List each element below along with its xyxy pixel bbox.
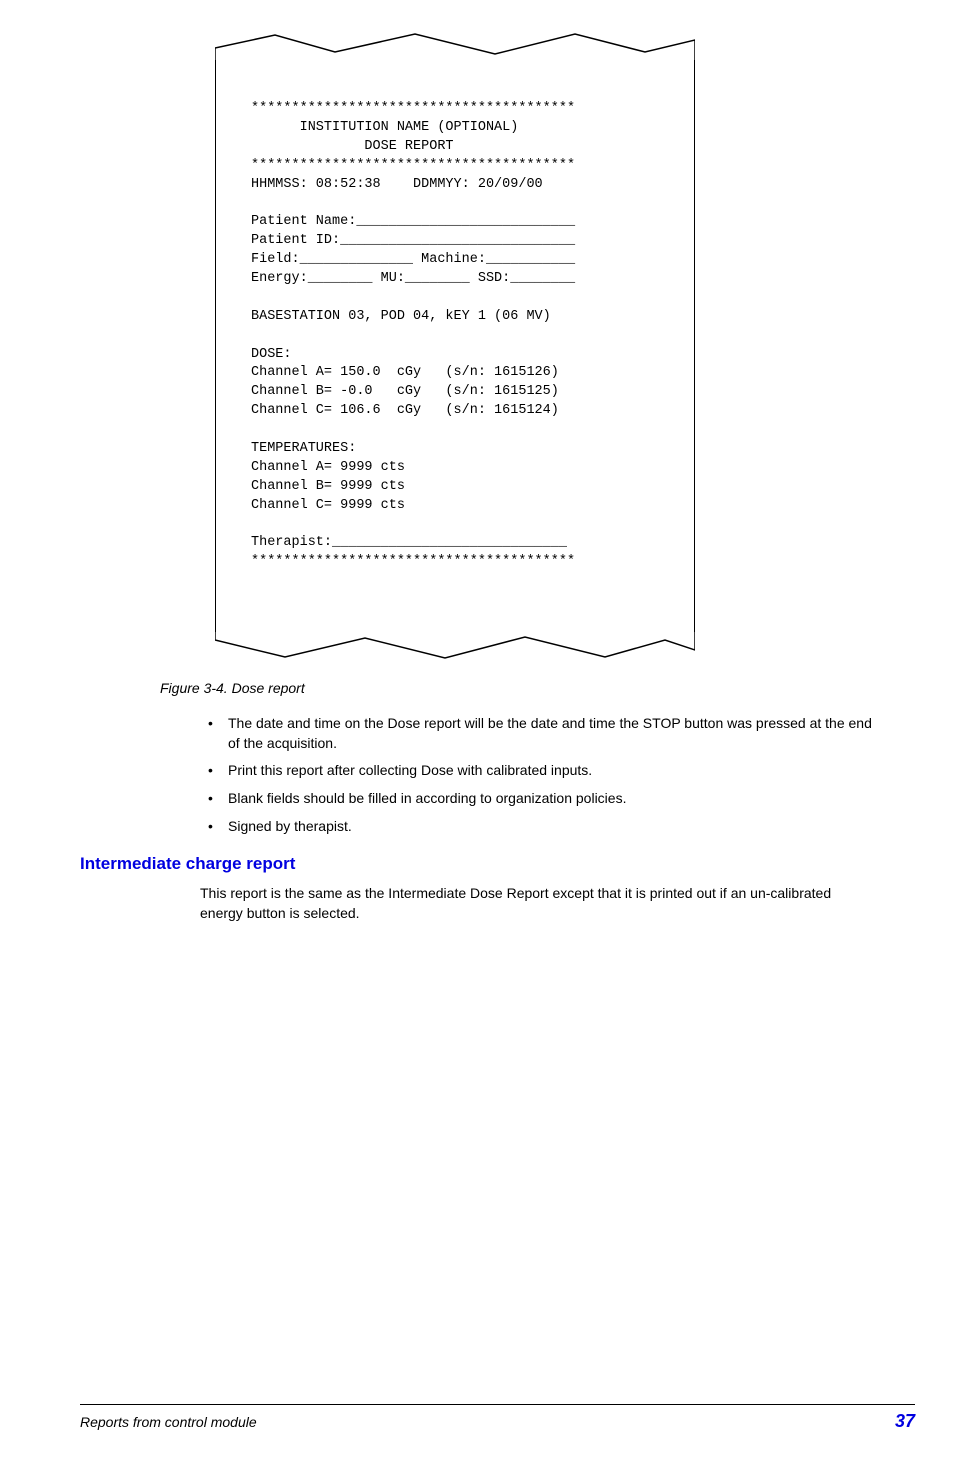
section-heading-intermediate-charge: Intermediate charge report (80, 854, 895, 874)
field-machine-line: Field:______________ Machine:___________ (251, 252, 575, 267)
separator: **************************************** (251, 158, 575, 173)
separator: **************************************** (251, 554, 575, 569)
list-item: The date and time on the Dose report wil… (200, 714, 875, 753)
patient-name-line: Patient Name:___________________________ (251, 214, 575, 229)
receipt-body: ****************************************… (215, 60, 695, 632)
torn-edge-top (215, 30, 695, 60)
separator: **************************************** (251, 101, 575, 116)
page-footer: Reports from control module 37 (80, 1404, 915, 1432)
dose-channel-b: Channel B= -0.0 cGy (s/n: 1615125) (251, 384, 559, 399)
footer-page-number: 37 (895, 1411, 915, 1432)
temperatures-label: TEMPERATURES: (251, 441, 356, 456)
dose-channel-a: Channel A= 150.0 cGy (s/n: 1615126) (251, 365, 559, 380)
footer-title: Reports from control module (80, 1414, 257, 1430)
energy-mu-ssd-line: Energy:________ MU:________ SSD:________ (251, 271, 575, 286)
dose-channel-c: Channel C= 106.6 cGy (s/n: 1615124) (251, 403, 559, 418)
patient-id-line: Patient ID:_____________________________ (251, 233, 575, 248)
basestation-line: BASESTATION 03, POD 04, kEY 1 (06 MV) (251, 309, 551, 324)
figure-caption: Figure 3-4. Dose report (160, 680, 895, 696)
list-item: Blank fields should be filled in accordi… (200, 789, 875, 809)
torn-edge-bottom (215, 632, 695, 662)
list-item: Signed by therapist. (200, 817, 875, 837)
institution-title: INSTITUTION NAME (OPTIONAL) (251, 120, 518, 135)
temp-channel-c: Channel C= 9999 cts (251, 498, 405, 513)
list-item: Print this report after collecting Dose … (200, 761, 875, 781)
temp-channel-b: Channel B= 9999 cts (251, 479, 405, 494)
time-date-line: HHMMSS: 08:52:38 DDMMYY: 20/09/00 (251, 177, 543, 192)
therapist-line: Therapist:_____________________________ (251, 535, 567, 550)
dose-label: DOSE: (251, 347, 292, 362)
dose-report-receipt: ****************************************… (215, 30, 695, 662)
temp-channel-a: Channel A= 9999 cts (251, 460, 405, 475)
section-paragraph: This report is the same as the Intermedi… (200, 884, 875, 923)
notes-list: The date and time on the Dose report wil… (200, 714, 875, 836)
report-title: DOSE REPORT (251, 139, 454, 154)
